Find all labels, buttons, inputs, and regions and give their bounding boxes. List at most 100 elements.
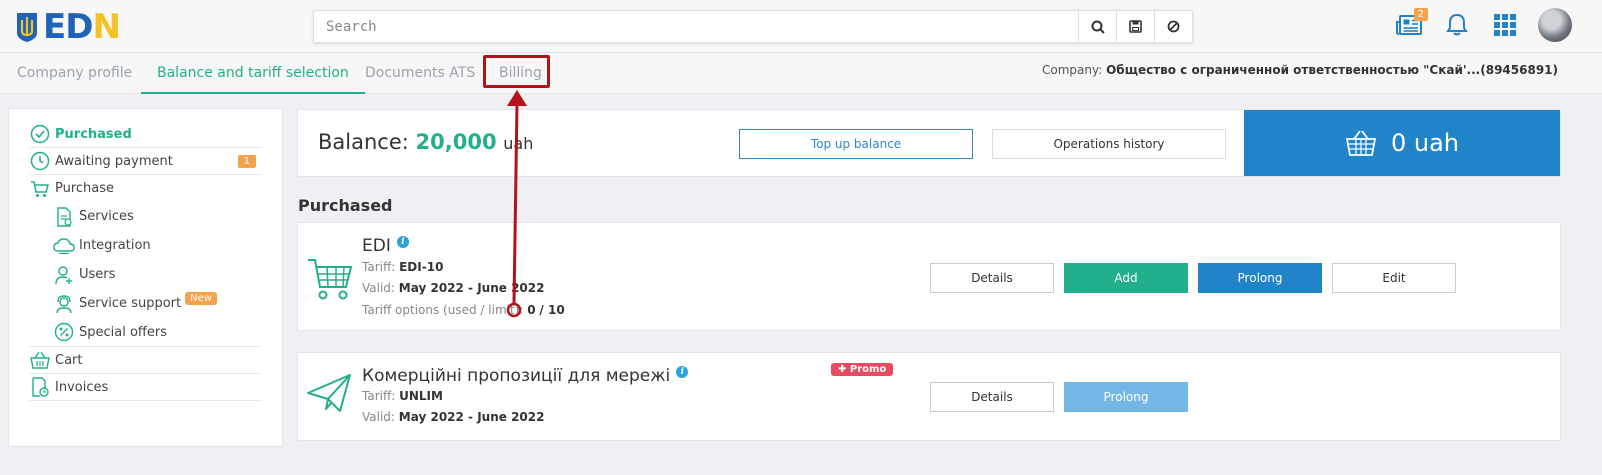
header-icons: 2	[1394, 8, 1572, 42]
product-name: Комерційні пропозиції для мережі i	[362, 366, 689, 386]
logo-text-blue: ED	[43, 7, 93, 47]
tariff-label: Tariff:	[362, 389, 396, 403]
cart-icon	[29, 178, 51, 200]
user-avatar[interactable]	[1538, 8, 1572, 42]
top-up-balance-button[interactable]: Top up balance	[739, 129, 973, 159]
document-icon	[53, 206, 75, 228]
company-info: Company: Общество с ограниченной ответст…	[1042, 63, 1558, 77]
prolong-button[interactable]: Prolong	[1064, 382, 1188, 412]
product-card-edi: EDI i Tariff: EDI-10 Valid: May 2022 - Ju…	[297, 222, 1561, 331]
paper-plane-icon	[307, 374, 351, 412]
cart-total-button[interactable]: 0 uah	[1244, 110, 1560, 176]
awaiting-count-badge: 1	[237, 154, 256, 168]
balance-unit: uah	[503, 134, 534, 153]
clear-search-button[interactable]	[1154, 11, 1192, 42]
search-button[interactable]	[1078, 11, 1116, 42]
save-icon	[1129, 20, 1142, 33]
valid-value: May 2022 - June 2022	[398, 281, 545, 295]
gift-icon: ✚	[838, 364, 850, 375]
operations-history-button[interactable]: Operations history	[992, 129, 1226, 159]
promo-label: Promo	[849, 364, 887, 375]
top-header: EDN 2	[0, 0, 1602, 53]
product-valid: Valid: May 2022 - June 2022	[362, 410, 544, 424]
invoice-icon	[29, 376, 51, 398]
balance-amount: 20,000	[415, 130, 497, 154]
sidebar-item-awaiting-payment[interactable]: Awaiting payment 1	[29, 148, 262, 175]
news-badge: 2	[1413, 8, 1428, 21]
sidebar-item-label: Users	[79, 267, 116, 282]
sidebar: Purchased Awaiting payment 1 Purchase Se…	[8, 108, 283, 447]
product-valid: Valid: May 2022 - June 2022	[362, 281, 544, 295]
sidebar-item-special-offers[interactable]: Special offers	[29, 318, 262, 347]
product-name: EDI i	[362, 236, 409, 256]
balance-label: Balance:	[318, 130, 409, 154]
edit-button[interactable]: Edit	[1332, 263, 1456, 293]
details-button[interactable]: Details	[930, 382, 1054, 412]
prolong-button[interactable]: Prolong	[1198, 263, 1322, 293]
logo-text-yellow: N	[92, 7, 120, 47]
valid-value: May 2022 - June 2022	[398, 410, 545, 424]
tariff-label: Tariff:	[362, 260, 396, 274]
news-button[interactable]: 2	[1394, 8, 1428, 42]
tariff-value: EDI-10	[399, 260, 444, 274]
options-limit: / 10	[539, 303, 565, 317]
sidebar-item-service-support[interactable]: Service support New	[29, 289, 262, 318]
tab-documents-ats[interactable]: Documents ATS	[349, 54, 491, 94]
product-card-commercial-offers: Комерційні пропозиції для мережі i ✚ Prom…	[297, 352, 1561, 441]
tariff-value: UNLIM	[399, 389, 443, 403]
clock-icon	[29, 150, 51, 172]
valid-label: Valid:	[362, 410, 395, 424]
notifications-button[interactable]	[1442, 8, 1472, 42]
sidebar-item-purchased[interactable]: Purchased	[29, 121, 262, 148]
bell-icon	[1446, 13, 1468, 36]
edin-logo[interactable]: ED N	[15, 7, 121, 47]
grid-apps-icon	[1494, 14, 1516, 36]
check-circle-icon	[29, 123, 51, 145]
product-tariff: Tariff: EDI-10	[362, 260, 443, 274]
tab-company-profile[interactable]: Company profile	[1, 54, 148, 94]
cancel-icon	[1167, 20, 1180, 33]
percent-icon	[53, 321, 75, 343]
options-used: 0	[527, 303, 536, 317]
add-button[interactable]: Add	[1064, 263, 1188, 293]
product-name-text: Комерційні пропозиції для мережі	[362, 366, 671, 386]
section-title: Purchased	[298, 196, 393, 215]
cart-total: 0 uah	[1390, 129, 1460, 157]
search-input[interactable]	[314, 11, 1078, 42]
promo-badge: ✚ Promo	[831, 363, 894, 376]
product-options: Tariff options (used / limit): 0 / 10	[362, 303, 565, 317]
basket-icon	[1345, 130, 1377, 156]
user-add-icon	[53, 264, 75, 286]
search-icon	[1091, 20, 1105, 34]
sidebar-item-label: Cart	[55, 352, 83, 368]
sidebar-item-cart[interactable]: Cart	[29, 347, 262, 374]
sidebar-item-integration[interactable]: Integration	[29, 231, 262, 260]
sidebar-item-label: Invoices	[55, 379, 109, 395]
sidebar-item-invoices[interactable]: Invoices	[29, 374, 262, 401]
billing-tab-highlight	[483, 55, 550, 88]
apps-button[interactable]	[1490, 8, 1520, 42]
sidebar-item-label: Awaiting payment	[55, 153, 173, 169]
company-name: Общество с ограниченной ответственностью…	[1106, 63, 1558, 77]
shopping-cart-icon	[308, 259, 353, 300]
sidebar-item-purchase[interactable]: Purchase	[29, 175, 262, 202]
options-label: Tariff options (used / limit):	[362, 303, 524, 317]
company-label: Company:	[1042, 63, 1103, 77]
sidebar-item-users[interactable]: Users	[29, 260, 262, 289]
save-search-button[interactable]	[1116, 11, 1154, 42]
product-name-text: EDI	[362, 236, 391, 256]
sidebar-item-services[interactable]: Services	[29, 202, 262, 231]
sidebar-item-label: Service support	[79, 296, 182, 311]
sidebar-item-label: Special offers	[79, 324, 167, 340]
tab-balance-tariff[interactable]: Balance and tariff selection	[141, 54, 365, 94]
valid-label: Valid:	[362, 281, 395, 295]
sidebar-item-label: Services	[79, 209, 134, 224]
trident-icon	[17, 13, 37, 42]
balance-card: Balance: 20,000 uah Top up balance Opera…	[297, 109, 1561, 177]
info-icon[interactable]: i	[396, 236, 409, 248]
sidebar-item-label: Purchase	[55, 181, 115, 196]
balance-display: Balance: 20,000 uah	[318, 130, 533, 154]
info-icon[interactable]: i	[676, 366, 689, 378]
sidebar-item-label: Integration	[79, 238, 151, 253]
details-button[interactable]: Details	[930, 263, 1054, 293]
